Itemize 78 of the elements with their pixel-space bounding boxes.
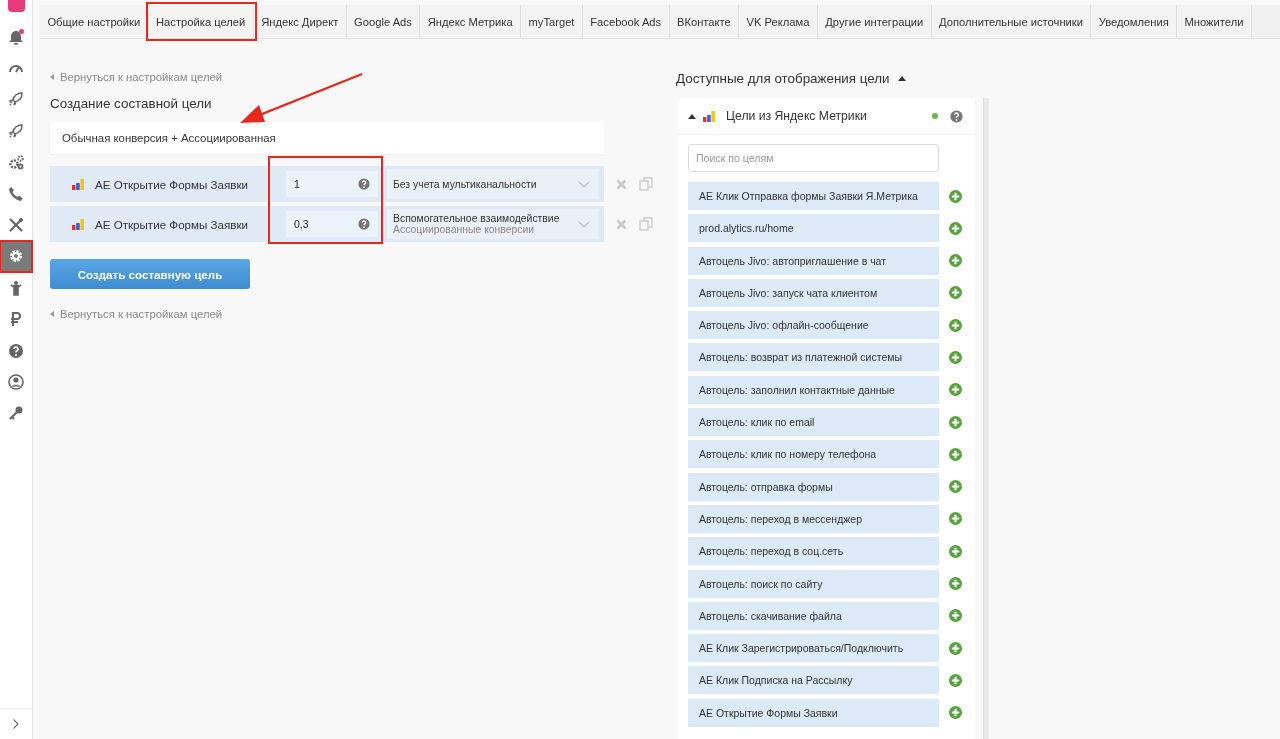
- model-select[interactable]: Вспомогательное взаимодействие Ассоциированные конверсии: [387, 209, 598, 239]
- add-icon[interactable]: [949, 480, 962, 494]
- chart-logo-icon: [72, 218, 84, 230]
- add-icon[interactable]: [949, 641, 962, 655]
- expand-chevron-icon[interactable]: [12, 718, 20, 730]
- sidebar-item[interactable]: [0, 240, 32, 273]
- search-field[interactable]: Поиск по целям: [688, 144, 939, 172]
- panel-title: Доступные для отображения цели: [676, 71, 890, 86]
- goal-item[interactable]: AE Клик Зарегистрироваться/Подключить: [688, 634, 939, 663]
- add-icon[interactable]: [949, 351, 962, 364]
- goal-item[interactable]: Автоцель: отправка формы: [688, 472, 939, 501]
- chart-logo-icon: [72, 178, 84, 190]
- goal-item[interactable]: Автоцель: переход в соц.сеть: [688, 537, 939, 566]
- user-icon: [8, 374, 24, 390]
- settings-icon: [8, 248, 24, 265]
- bell-icon: [8, 28, 24, 45]
- back-link[interactable]: Вернуться к настройкам целей: [50, 71, 223, 83]
- tab[interactable]: Яндекс Директ: [253, 5, 347, 38]
- add-icon[interactable]: [949, 189, 962, 203]
- goal-item[interactable]: Автоцель: клик по email: [688, 408, 939, 437]
- help-icon: [8, 342, 24, 359]
- model-select[interactable]: Без учета мультиканальности: [387, 169, 598, 199]
- add-icon[interactable]: [949, 577, 962, 591]
- key-icon: [8, 405, 24, 422]
- add-icon[interactable]: [949, 706, 962, 720]
- add-icon[interactable]: [949, 254, 962, 268]
- goal-item[interactable]: Автоцель: возврат из платежной системы: [688, 343, 939, 372]
- goal-item[interactable]: Автоцель Jivo: автоприглашение в чат: [688, 246, 939, 275]
- collapse-caret-icon[interactable]: [897, 76, 906, 81]
- weight-field[interactable]: 1: [286, 171, 378, 197]
- help-icon: [358, 218, 370, 230]
- add-icon[interactable]: [949, 415, 962, 429]
- goal-name: AE Открытие Формы Заявки: [95, 177, 249, 191]
- add-icon[interactable]: [949, 609, 962, 623]
- goal-item[interactable]: AE Клик Отправка формы Заявки Я.Метрика: [688, 182, 939, 210]
- help-icon: [950, 109, 963, 123]
- goal-item[interactable]: Автоцель: поиск по сайту: [688, 569, 939, 598]
- add-icon[interactable]: [949, 318, 962, 332]
- section-title: Создание составной цели: [50, 96, 213, 111]
- caret-left-icon: [50, 311, 54, 317]
- goal-name: AE Открытие Формы Заявки: [95, 217, 249, 231]
- back-link[interactable]: Вернуться к настройкам целей: [50, 308, 223, 320]
- goal-item[interactable]: Автоцель: клик по номеру телефона: [688, 440, 939, 469]
- delete-icon[interactable]: [616, 218, 627, 230]
- ruble-icon: [8, 311, 24, 328]
- add-icon[interactable]: [949, 447, 962, 461]
- add-icon[interactable]: [949, 544, 962, 558]
- goal-item[interactable]: Автоцель Jivo: офлайн-сообщение: [688, 311, 939, 340]
- phone-icon: [8, 185, 24, 202]
- chevron-down-icon: [578, 180, 590, 188]
- person-icon: [8, 279, 24, 296]
- app-logo[interactable]: [7, 0, 25, 12]
- gears-icon: [8, 154, 24, 171]
- add-icon[interactable]: [949, 673, 962, 687]
- delete-icon[interactable]: [616, 178, 627, 190]
- rocket-icon: [8, 91, 24, 108]
- goal-type-field[interactable]: Обычная конверсия + Ассоциированная: [50, 122, 604, 154]
- goal-item[interactable]: Автоцель Jivo: запуск чата клиентом: [688, 278, 939, 307]
- chart-logo-icon: [703, 110, 715, 122]
- collapse-caret-icon[interactable]: [688, 113, 696, 119]
- weight-field[interactable]: 0,3: [286, 211, 378, 237]
- goal-item[interactable]: Автоцель: заполнил контактные данные: [688, 375, 939, 404]
- source-title: Цели из Яндекс Метрики: [726, 109, 868, 123]
- goal-item[interactable]: Автоцель: переход в мессенджер: [688, 504, 939, 533]
- help-icon: [358, 178, 370, 190]
- add-icon[interactable]: [949, 221, 962, 235]
- goal-item[interactable]: prod.alytics.ru/home: [688, 214, 939, 243]
- tools-icon: [8, 217, 24, 234]
- chevron-down-icon: [578, 220, 590, 228]
- goal-item[interactable]: AE Клик Подписка на Рассылку: [688, 666, 939, 695]
- scrollbar[interactable]: [983, 98, 989, 739]
- add-icon[interactable]: [949, 286, 962, 300]
- add-icon[interactable]: [949, 383, 962, 397]
- goal-item[interactable]: Автоцель: скачивание файла: [688, 601, 939, 630]
- caret-left-icon: [50, 74, 54, 80]
- rocket-icon: [8, 122, 24, 139]
- goal-item[interactable]: AE Открытие Формы Заявки: [688, 698, 939, 727]
- add-icon[interactable]: [949, 512, 962, 526]
